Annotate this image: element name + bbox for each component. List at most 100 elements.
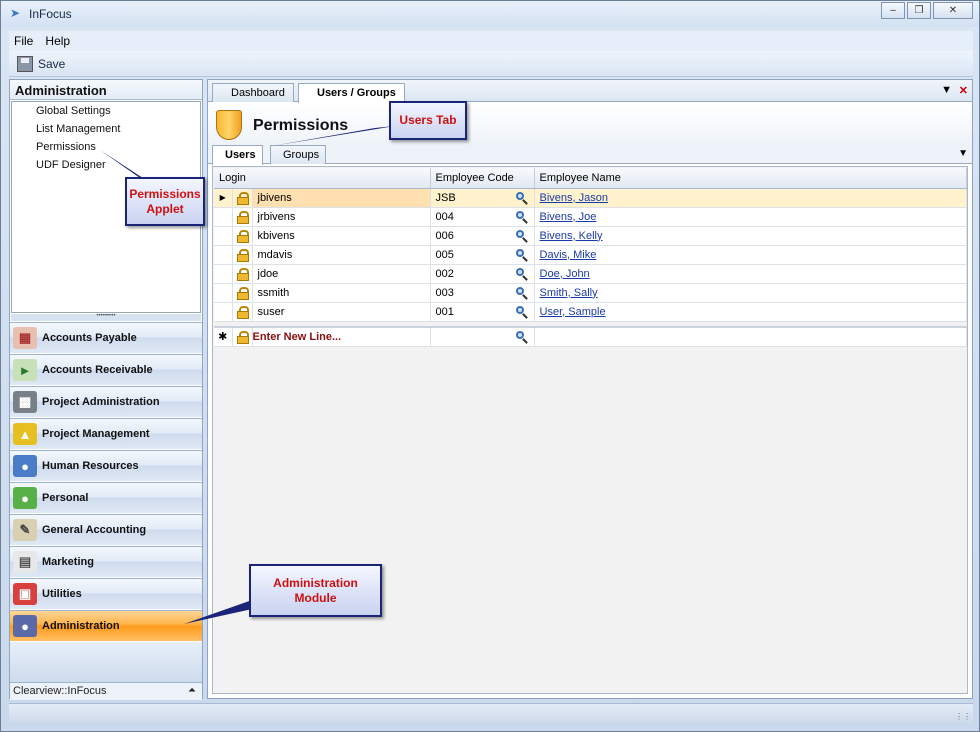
tab-users[interactable]: Users [212, 145, 263, 165]
employee-name-cell[interactable]: Bivens, Kelly [534, 226, 967, 246]
tab-dashboard[interactable]: Dashboard [212, 83, 294, 102]
login-cell[interactable]: suser [252, 302, 431, 322]
lock-icon [232, 188, 253, 208]
employee-code: 005 [435, 248, 454, 261]
lock-icon [232, 326, 253, 347]
employee-code-cell[interactable]: 004 [430, 207, 535, 227]
employee-name-cell[interactable]: Bivens, Jason [534, 188, 967, 208]
employee-name-link[interactable]: Bivens, Joe [540, 211, 597, 223]
panel-splitter[interactable]: ••••••••• [11, 313, 201, 321]
lookup-magnifier-icon[interactable] [515, 229, 528, 242]
employee-name-link[interactable]: Bivens, Kelly [540, 230, 603, 242]
lookup-magnifier-icon[interactable] [515, 305, 528, 318]
employee-code-cell[interactable]: 006 [430, 226, 535, 246]
save-label: Save [38, 57, 66, 71]
applet-permissions[interactable]: Permissions [12, 138, 200, 156]
grid-header-row: Login Employee Code Employee Name [214, 168, 967, 189]
pin-icon[interactable]: ⏶ [188, 685, 196, 696]
minimize-button[interactable]: – [881, 2, 905, 19]
module-project-administration[interactable]: ▩ Project Administration [10, 386, 202, 417]
nav-header: Administration [10, 80, 202, 100]
new-line-cell[interactable]: Enter New Line... [252, 326, 431, 347]
login-cell[interactable]: jdoe [252, 264, 431, 284]
maximize-button[interactable]: ❐ [907, 2, 931, 19]
new-line-row[interactable]: ✱ Enter New Line... [214, 326, 967, 347]
lookup-magnifier-icon[interactable] [515, 248, 528, 261]
module-label: Marketing [42, 556, 94, 568]
login-cell[interactable]: ssmith [252, 283, 431, 303]
subtab-dropdown-icon[interactable]: ▼ [958, 148, 968, 159]
row-indicator [214, 283, 233, 303]
row-indicator [214, 207, 233, 227]
lookup-magnifier-icon[interactable] [515, 286, 528, 299]
table-row[interactable]: jrbivens 004 Bivens, Joe [214, 207, 967, 227]
module-administration[interactable]: ● Administration [10, 610, 202, 641]
module-human-resources[interactable]: ● Human Resources [10, 450, 202, 481]
tab-groups[interactable]: Groups [270, 145, 327, 164]
applet-global-settings[interactable]: Global Settings [12, 102, 200, 120]
permissions-header: Permissions [208, 103, 972, 145]
column-header-login[interactable]: Login [214, 168, 431, 189]
menu-help[interactable]: Help [40, 31, 74, 48]
table-row[interactable]: ▶ jbivens JSB Bivens, Jason [214, 188, 967, 208]
employee-name-link[interactable]: User, Sample [540, 306, 606, 318]
close-tab-icon[interactable]: ✕ [959, 84, 968, 97]
admin-person-icon: ● [13, 615, 37, 637]
login-cell[interactable]: kbivens [252, 226, 431, 246]
module-marketing[interactable]: ▤ Marketing [10, 546, 202, 577]
people-icon: ● [13, 455, 37, 477]
employee-code-cell[interactable]: JSB [430, 188, 535, 208]
employee-name-link[interactable]: Bivens, Jason [540, 192, 608, 204]
hardhat-icon: ▲ [13, 423, 37, 445]
table-row[interactable]: ssmith 003 Smith, Sally [214, 283, 967, 303]
menu-file[interactable]: File [9, 31, 37, 48]
save-button[interactable]: Save [13, 54, 69, 74]
table-row[interactable]: suser 001 User, Sample [214, 302, 967, 322]
login-cell[interactable]: jrbivens [252, 207, 431, 227]
employee-name-cell[interactable] [534, 326, 967, 347]
employee-name-cell[interactable]: Smith, Sally [534, 283, 967, 303]
callout-administration-module: Administration Module [249, 564, 382, 617]
employee-code-cell[interactable]: 001 [430, 302, 535, 322]
row-indicator-icon: ▶ [214, 188, 233, 208]
employee-name-cell[interactable]: Doe, John [534, 264, 967, 284]
login-cell[interactable]: mdavis [252, 245, 431, 265]
menu-bar: File Help [9, 31, 973, 51]
document-tab-strip: Dashboard Users / Groups ▼ ✕ [208, 80, 972, 103]
lookup-magnifier-icon[interactable] [515, 191, 528, 204]
lookup-magnifier-icon[interactable] [515, 267, 528, 280]
employee-code-cell[interactable]: 002 [430, 264, 535, 284]
column-header-employee-name[interactable]: Employee Name [534, 168, 967, 189]
lookup-magnifier-icon[interactable] [515, 210, 528, 223]
table-row[interactable]: mdavis 005 Davis, Mike [214, 245, 967, 265]
tab-list-dropdown-icon[interactable]: ▼ [941, 84, 952, 96]
tab-users-groups[interactable]: Users / Groups [298, 83, 405, 103]
employee-name-link[interactable]: Doe, John [540, 268, 590, 280]
callout-text: Users Tab [399, 113, 457, 127]
module-accounts-payable[interactable]: ▦ Accounts Payable [10, 322, 202, 353]
module-accounts-receivable[interactable]: ► Accounts Receivable [10, 354, 202, 385]
employee-code-cell[interactable] [430, 326, 535, 347]
close-button[interactable]: ✕ [933, 2, 973, 19]
module-project-management[interactable]: ▲ Project Management [10, 418, 202, 449]
module-utilities[interactable]: ▣ Utilities [10, 578, 202, 609]
login-cell[interactable]: jbivens [252, 188, 431, 208]
module-personal[interactable]: ● Personal [10, 482, 202, 513]
column-header-employee-code[interactable]: Employee Code [430, 168, 535, 189]
employee-name-link[interactable]: Smith, Sally [540, 287, 598, 299]
module-general-accounting[interactable]: ✎ General Accounting [10, 514, 202, 545]
table-row[interactable]: kbivens 006 Bivens, Kelly [214, 226, 967, 246]
employee-name-cell[interactable]: User, Sample [534, 302, 967, 322]
employee-code-cell[interactable]: 005 [430, 245, 535, 265]
row-indicator [214, 245, 233, 265]
employee-name-link[interactable]: Davis, Mike [540, 249, 597, 261]
applet-list-management[interactable]: List Management [12, 120, 200, 138]
employee-name-cell[interactable]: Davis, Mike [534, 245, 967, 265]
new-line-text[interactable]: Enter New Line... [253, 331, 342, 343]
employee-name-cell[interactable]: Bivens, Joe [534, 207, 967, 227]
table-row[interactable]: jdoe 002 Doe, John [214, 264, 967, 284]
applet-udf-designer[interactable]: UDF Designer [12, 156, 200, 174]
lookup-magnifier-icon[interactable] [515, 331, 528, 343]
resize-grip-icon[interactable]: ⋮⋮ [955, 712, 971, 721]
employee-code-cell[interactable]: 003 [430, 283, 535, 303]
